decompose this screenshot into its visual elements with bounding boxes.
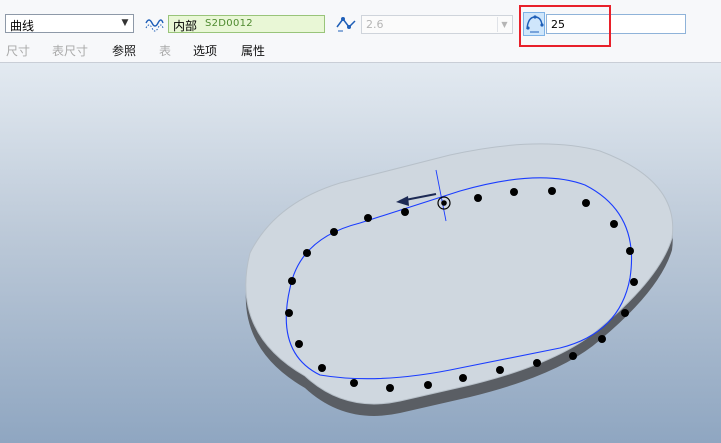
pattern-point	[626, 247, 634, 255]
pitch-toggle-button[interactable]	[523, 12, 545, 36]
plate-face	[245, 143, 674, 405]
pattern-point	[288, 277, 296, 285]
tab-properties[interactable]: 属性	[241, 42, 265, 59]
model-scene	[245, 143, 674, 416]
pattern-point	[582, 199, 590, 207]
chevron-down-icon: ▼	[497, 17, 511, 32]
pattern-point	[496, 366, 504, 374]
chevron-down-icon: ▼	[121, 18, 129, 28]
reference-name: S2D0012	[205, 18, 253, 29]
pattern-point	[285, 309, 293, 317]
pattern-point	[424, 381, 432, 389]
pattern-type-value: 曲线	[10, 19, 35, 33]
spacing-value: 2.6	[366, 18, 384, 31]
pattern-point	[303, 249, 311, 257]
pattern-dashboard: 曲线 ▼ 内部 S2D0012 2.6 ▼ 25 尺寸 表尺寸 参照 表 选项 …	[0, 0, 721, 63]
pattern-point	[386, 384, 394, 392]
tab-table[interactable]: 表	[159, 42, 171, 59]
tab-options[interactable]: 选项	[193, 42, 217, 59]
pattern-point	[598, 335, 606, 343]
reference-label: 内部	[173, 19, 198, 33]
pattern-point	[318, 364, 326, 372]
pattern-spacing-icon[interactable]	[335, 13, 356, 33]
reference-collector[interactable]: 内部 S2D0012	[168, 15, 325, 33]
tab-dimensions[interactable]: 尺寸	[6, 42, 30, 59]
pattern-point	[401, 208, 409, 216]
pattern-point	[350, 379, 358, 387]
pattern-point	[621, 309, 629, 317]
pattern-type-select[interactable]: 曲线 ▼	[5, 14, 134, 33]
tab-references[interactable]: 参照	[112, 42, 136, 59]
pattern-point	[330, 228, 338, 236]
wave-curve-icon[interactable]	[144, 14, 164, 34]
pattern-pitch-icon	[524, 13, 545, 38]
graphics-viewport[interactable]	[0, 63, 721, 443]
point-count-input[interactable]: 25	[546, 14, 686, 34]
spacing-value-select[interactable]: 2.6 ▼	[361, 15, 513, 34]
pattern-point	[610, 220, 618, 228]
pattern-point	[459, 374, 467, 382]
pattern-point	[364, 214, 372, 222]
pattern-point	[510, 188, 518, 196]
pattern-point	[474, 194, 482, 202]
tab-table-dimensions[interactable]: 表尺寸	[52, 42, 88, 59]
pattern-point	[548, 187, 556, 195]
pattern-point	[295, 340, 303, 348]
pattern-point	[533, 359, 541, 367]
pattern-point	[630, 278, 638, 286]
point-count-value: 25	[551, 18, 565, 31]
pattern-point	[569, 352, 577, 360]
